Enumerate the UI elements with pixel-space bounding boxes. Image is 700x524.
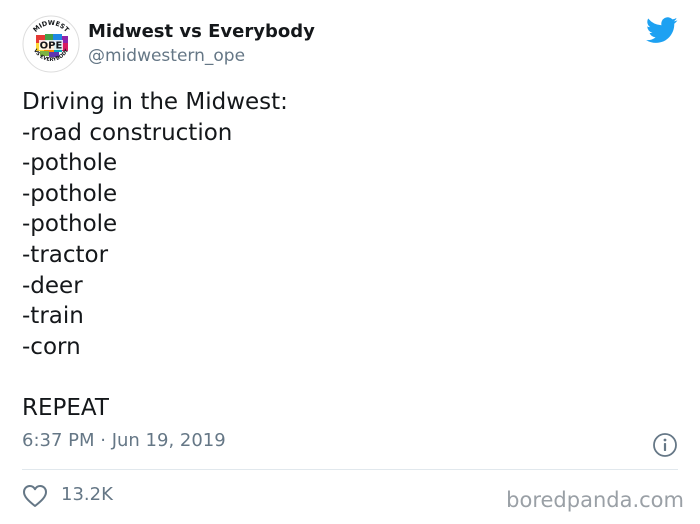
info-icon[interactable] bbox=[652, 432, 678, 458]
user-handle[interactable]: @midwestern_ope bbox=[88, 46, 245, 66]
tweet-line: -pothole bbox=[22, 211, 118, 238]
display-name[interactable]: Midwest vs Everybody bbox=[88, 21, 315, 42]
tweet-line: -deer bbox=[22, 272, 83, 299]
tweet-line: -tractor bbox=[22, 241, 109, 268]
tweet-text: Driving in the Midwest: -road constructi… bbox=[22, 87, 662, 424]
tweet-line: Driving in the Midwest: bbox=[22, 89, 288, 115]
tweet-line: -pothole bbox=[22, 150, 118, 177]
avatar-center-text: OPE bbox=[40, 41, 63, 52]
tweet-line: -corn bbox=[22, 333, 81, 360]
tweet-line: -road construction bbox=[22, 119, 233, 146]
tweet-line: -train bbox=[22, 303, 84, 330]
like-count[interactable]: 13.2K bbox=[61, 484, 113, 505]
divider bbox=[22, 469, 678, 470]
heart-icon[interactable] bbox=[22, 484, 48, 508]
tweet-closing-line: REPEAT bbox=[22, 394, 109, 421]
watermark: boredpanda.com bbox=[506, 488, 684, 512]
tweet-timestamp[interactable]: 6:37 PM · Jun 19, 2019 bbox=[22, 430, 226, 451]
tweet-line: -pothole bbox=[22, 180, 118, 207]
avatar[interactable]: MIDWEST OPE VS EVERYBODY bbox=[22, 15, 80, 73]
twitter-bird-icon[interactable] bbox=[646, 17, 678, 44]
